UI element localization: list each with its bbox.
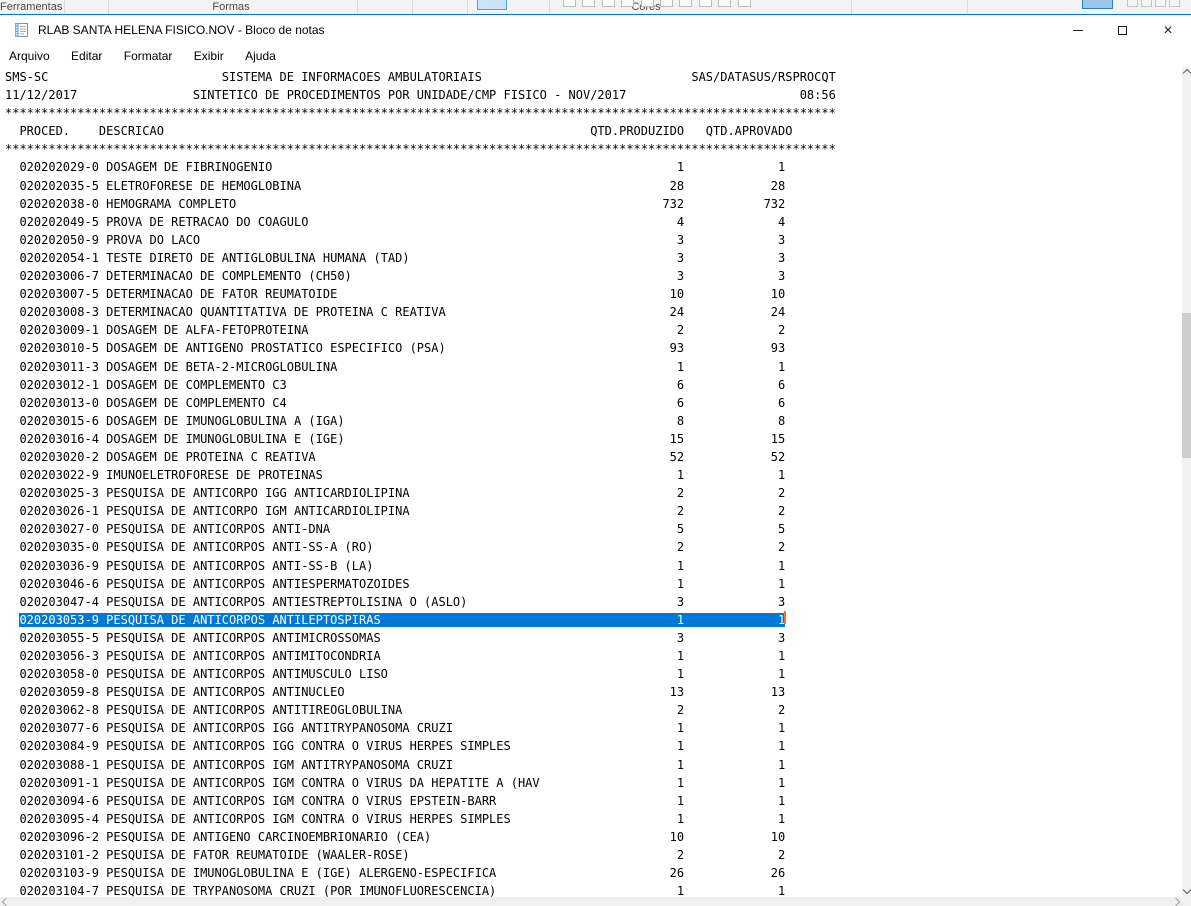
ribbon-divider (108, 0, 109, 14)
report-line: 020203011-3 DOSAGEM DE BETA-2-MICROGLOBU… (5, 358, 1183, 376)
report-line: PROCED. DESCRICAO QTD.PRODUZIDO QTD.APRO… (5, 122, 1183, 140)
notepad-window: RLAB SANTA HELENA FISICO.NOV - Bloco de … (0, 14, 1191, 906)
report-line: 020202038-0 HEMOGRAMA COMPLETO 732 732 (5, 195, 1183, 213)
menu-arquivo[interactable]: Arquivo (0, 46, 59, 67)
report-line: 020203095-4 PESQUISA DE ANTICORPOS IGM C… (5, 810, 1183, 828)
report-line: SMS-SC SISTEMA DE INFORMACOES AMBULATORI… (5, 68, 1183, 86)
report-line: ****************************************… (5, 140, 1183, 158)
toolbar-swatch[interactable] (1169, 0, 1180, 7)
report-line: 020203007-5 DETERMINACAO DE FATOR REUMAT… (5, 285, 1183, 303)
menu-bar: Arquivo Editar Formatar Exibir Ajuda (0, 46, 1191, 67)
report-line: 020202049-5 PROVA DE RETRACAO DO COAGULO… (5, 213, 1183, 231)
maximize-icon (1118, 26, 1127, 35)
close-icon: × (1163, 23, 1172, 39)
vertical-scrollbar[interactable] (1182, 67, 1191, 897)
report-line: 020203053-9 PESQUISA DE ANTICORPOS ANTIL… (5, 611, 1183, 629)
window-title: RLAB SANTA HELENA FISICO.NOV - Bloco de … (38, 23, 325, 37)
report-line: 020203104-7 PESQUISA DE TRYPANOSOMA CRUZ… (5, 882, 1183, 897)
report-line: 020203013-0 DOSAGEM DE COMPLEMENTO C4 6 … (5, 394, 1183, 412)
scroll-up-icon[interactable] (1182, 69, 1190, 77)
toolbar-swatch[interactable] (1141, 0, 1152, 7)
report-line: 020203058-0 PESQUISA DE ANTICORPOS ANTIM… (5, 665, 1183, 683)
report-line: 020203088-1 PESQUISA DE ANTICORPOS IGM A… (5, 756, 1183, 774)
report-line: 020203094-6 PESQUISA DE ANTICORPOS IGM C… (5, 792, 1183, 810)
report-line: 11/12/2017 SINTETICO DE PROCEDIMENTOS PO… (5, 86, 1183, 104)
notepad-icon[interactable] (13, 22, 29, 38)
report-line: 020203062-8 PESQUISA DE ANTICORPOS ANTIT… (5, 701, 1183, 719)
report-line: 020203012-1 DOSAGEM DE COMPLEMENTO C3 6 … (5, 376, 1183, 394)
vertical-scrollbar-thumb[interactable] (1182, 313, 1191, 458)
report-line: 020203026-1 PESQUISA DE ANTICORPO IGM AN… (5, 502, 1183, 520)
ribbon-highlighted-button[interactable] (1082, 0, 1113, 9)
color-swatch[interactable] (699, 0, 712, 7)
ribbon-group-label-formas: Formas (203, 1, 259, 13)
report-line: 020203035-0 PESQUISA DE ANTICORPOS ANTI-… (5, 538, 1183, 556)
ribbon-divider (851, 0, 852, 14)
color-swatch[interactable] (738, 0, 751, 7)
ribbon-divider (64, 0, 65, 14)
report-line: 020203036-9 PESQUISA DE ANTICORPOS ANTI-… (5, 557, 1183, 575)
menu-ajuda[interactable]: Ajuda (236, 46, 285, 67)
text-editor-area[interactable]: SMS-SC SISTEMA DE INFORMACOES AMBULATORI… (0, 67, 1183, 897)
scroll-down-icon[interactable] (1182, 886, 1190, 894)
report-line: 020202054-1 TESTE DIRETO DE ANTIGLOBULIN… (5, 249, 1183, 267)
toolbar-swatch[interactable] (1155, 0, 1166, 7)
background-paint-ribbon: Ferramentas Formas Cores (0, 0, 1191, 14)
report-line: 020203006-7 DETERMINACAO DE COMPLEMENTO … (5, 267, 1183, 285)
close-button[interactable]: × (1145, 15, 1191, 46)
toolbar-swatch[interactable] (1127, 0, 1138, 7)
color-swatch[interactable] (621, 0, 634, 7)
report-line: ****************************************… (5, 104, 1183, 122)
report-line: 020203056-3 PESQUISA DE ANTICORPOS ANTIM… (5, 647, 1183, 665)
titlebar[interactable]: RLAB SANTA HELENA FISICO.NOV - Bloco de … (0, 15, 1191, 46)
ribbon-divider (412, 0, 413, 14)
report-line: 020203020-2 DOSAGEM DE PROTEINA C REATIV… (5, 448, 1183, 466)
color-swatch[interactable] (679, 0, 692, 7)
report-line: 020203015-6 DOSAGEM DE IMUNOGLOBULINA A … (5, 412, 1183, 430)
menu-formatar[interactable]: Formatar (115, 46, 182, 67)
report-line: 020203084-9 PESQUISA DE ANTICORPOS IGG C… (5, 737, 1183, 755)
menu-editar[interactable]: Editar (62, 46, 111, 67)
ribbon-divider (357, 0, 358, 14)
report-line: 020203055-5 PESQUISA DE ANTICORPOS ANTIM… (5, 629, 1183, 647)
report-line: 020203046-6 PESQUISA DE ANTICORPOS ANTIE… (5, 575, 1183, 593)
report-line: 020202035-5 ELETROFORESE DE HEMOGLOBINA … (5, 177, 1183, 195)
report-line: 020203008-3 DETERMINACAO QUANTITATIVA DE… (5, 303, 1183, 321)
report-line: 020203010-5 DOSAGEM DE ANTIGENO PROSTATI… (5, 339, 1183, 357)
minimize-icon (1073, 30, 1083, 31)
report-line: 020203096-2 PESQUISA DE ANTIGENO CARCINO… (5, 828, 1183, 846)
ribbon-selected-color-button[interactable] (477, 0, 507, 10)
report-line: 020203016-4 DOSAGEM DE IMUNOGLOBULINA E … (5, 430, 1183, 448)
ribbon-group-label-ferramentas: Ferramentas (0, 1, 62, 13)
maximize-button[interactable] (1100, 15, 1145, 46)
report-line: 020203027-0 PESQUISA DE ANTICORPOS ANTI-… (5, 520, 1183, 538)
color-swatch[interactable] (602, 0, 615, 7)
ribbon-divider (549, 0, 550, 14)
menu-exibir[interactable]: Exibir (185, 46, 233, 67)
report-line: 020203103-9 PESQUISA DE IMUNOGLOBULINA E… (5, 864, 1183, 882)
color-swatch[interactable] (582, 0, 595, 7)
minimize-button[interactable] (1055, 15, 1100, 46)
report-line: 020203059-8 PESQUISA DE ANTICORPOS ANTIN… (5, 683, 1183, 701)
color-swatch[interactable] (641, 0, 654, 7)
report-line: 020202050-9 PROVA DO LACO 3 3 (5, 231, 1183, 249)
report-line: 020203077-6 PESQUISA DE ANTICORPOS IGG A… (5, 719, 1183, 737)
report-line: 020203091-1 PESQUISA DE ANTICORPOS IGM C… (5, 774, 1183, 792)
report-line: 020203009-1 DOSAGEM DE ALFA-FETOPROTEINA… (5, 321, 1183, 339)
selected-text: 020203053-9 PESQUISA DE ANTICORPOS ANTIL… (19, 613, 785, 627)
report-line: 020203025-3 PESQUISA DE ANTICORPO IGG AN… (5, 484, 1183, 502)
report-line: 020203022-9 IMUNOELETROFORESE DE PROTEIN… (5, 466, 1183, 484)
report-line: 020202029-0 DOSAGEM DE FIBRINOGENIO 1 1 (5, 158, 1183, 176)
report-line: 020203047-4 PESQUISA DE ANTICORPOS ANTIE… (5, 593, 1183, 611)
color-swatch[interactable] (563, 0, 576, 7)
report-line: 020203101-2 PESQUISA DE FATOR REUMATOIDE… (5, 846, 1183, 864)
ribbon-divider (967, 0, 968, 14)
color-swatch[interactable] (660, 0, 673, 7)
color-swatch[interactable] (718, 0, 731, 7)
ribbon-divider (467, 0, 468, 14)
text-caret (784, 611, 786, 624)
